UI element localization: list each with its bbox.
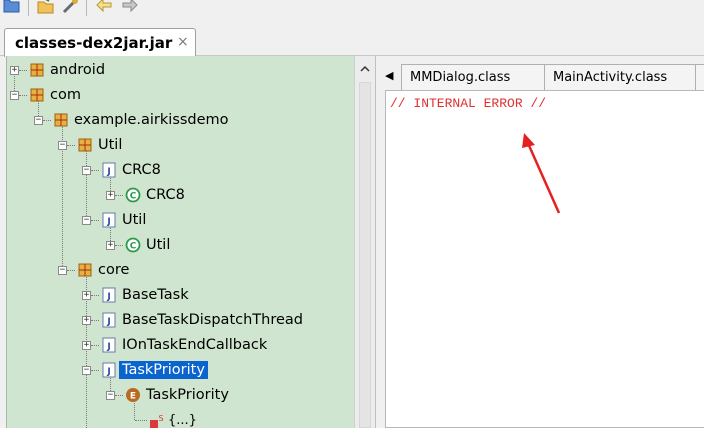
tree-item-android[interactable]: android — [47, 59, 108, 81]
java-file-icon: J — [102, 312, 116, 328]
tree-connector — [19, 70, 27, 71]
code-text: // INTERNAL ERROR // — [390, 96, 547, 111]
tab-label: MainActivity.class — [553, 70, 668, 85]
tree-item-crc8-file[interactable]: CRC8 — [119, 159, 164, 181]
code-editor[interactable]: // INTERNAL ERROR // — [385, 90, 704, 428]
tree-item-util-file[interactable]: Util — [119, 209, 149, 231]
collapse-toggle[interactable]: − — [10, 91, 19, 100]
tree-connector — [135, 420, 147, 421]
tree-connector — [91, 220, 99, 221]
java-file-icon: J — [102, 362, 116, 378]
java-file-icon: J — [102, 162, 116, 178]
tree-item-core-package[interactable]: core — [95, 259, 132, 281]
tree-item-taskpriority-file[interactable]: TaskPriority — [119, 359, 208, 381]
svg-text:J: J — [106, 317, 110, 327]
package-icon — [54, 113, 68, 127]
expand-toggle[interactable]: + — [82, 341, 91, 350]
svg-text:J: J — [106, 342, 110, 352]
tree-connector — [91, 170, 99, 171]
class-icon: C — [125, 237, 141, 253]
package-icon — [78, 138, 92, 152]
static-block-icon: S — [150, 414, 164, 428]
tree-connector — [91, 345, 99, 346]
tools-icon[interactable] — [60, 0, 80, 16]
collapse-toggle[interactable]: − — [34, 116, 43, 125]
file-tab-label: classes-dex2jar.jar — [15, 34, 173, 52]
svg-text:C: C — [130, 192, 137, 202]
tree-item-taskpriority-enum[interactable]: TaskPriority — [143, 384, 232, 406]
expand-toggle[interactable]: + — [82, 316, 91, 325]
tab-mmdialog[interactable]: MMDialog.class — [401, 64, 545, 90]
tree-item-example-airkissdemo[interactable]: example.airkissdemo — [71, 109, 232, 131]
tree-item-crc8-class[interactable]: CRC8 — [143, 184, 188, 206]
tree-connector — [115, 245, 123, 246]
expand-toggle[interactable]: + — [106, 241, 115, 250]
svg-text:J: J — [106, 217, 110, 227]
java-file-icon: J — [102, 212, 116, 228]
annotation-arrow-icon — [522, 133, 561, 214]
svg-text:J: J — [106, 367, 110, 377]
package-icon — [30, 63, 44, 77]
collapse-toggle[interactable]: − — [106, 391, 115, 400]
back-arrow-icon[interactable] — [94, 0, 114, 16]
tree-item-util-class[interactable]: Util — [143, 234, 173, 256]
tree-connector — [43, 120, 51, 121]
toolbar — [0, 0, 704, 22]
tree-connector — [86, 148, 87, 220]
editor-tab-bar: ◀ MMDialog.class MainActivity.class — [377, 62, 704, 90]
tree-connector — [91, 295, 99, 296]
tree-connector — [19, 95, 27, 96]
java-file-icon: J — [102, 287, 116, 303]
tab-mainactivity[interactable]: MainActivity.class — [544, 64, 696, 90]
package-tree: + android − com − example.airkissdemo − … — [6, 56, 354, 428]
scroll-thumb[interactable] — [359, 82, 371, 428]
forward-arrow-icon[interactable] — [120, 0, 140, 16]
package-icon — [30, 88, 44, 102]
package-icon — [78, 263, 92, 277]
enum-icon: E — [126, 388, 140, 402]
tree-scrollbar[interactable] — [354, 56, 376, 428]
tree-connector — [67, 270, 75, 271]
collapse-toggle[interactable]: − — [82, 216, 91, 225]
toolbar-separator — [86, 0, 87, 16]
expand-toggle[interactable]: + — [10, 66, 19, 75]
tree-connector — [91, 370, 99, 371]
collapse-toggle[interactable]: − — [58, 141, 67, 150]
tab-label: MMDialog.class — [410, 70, 511, 85]
svg-text:C: C — [130, 242, 137, 252]
expand-toggle[interactable]: + — [82, 291, 91, 300]
tree-connector — [91, 320, 99, 321]
tab-scroll-left-icon[interactable]: ◀ — [385, 69, 393, 82]
tree-item-basetask[interactable]: BaseTask — [119, 284, 192, 306]
svg-text:S: S — [158, 414, 163, 423]
class-icon: C — [125, 187, 141, 203]
tab-overflow[interactable] — [695, 64, 704, 90]
tree-item-com[interactable]: com — [47, 84, 84, 106]
expand-toggle[interactable]: + — [106, 191, 115, 200]
tree-item-util-package[interactable]: Util — [95, 134, 125, 156]
collapse-toggle[interactable]: − — [82, 166, 91, 175]
editor-area: ◀ MMDialog.class MainActivity.class // I… — [377, 56, 704, 428]
collapse-toggle[interactable]: − — [82, 366, 91, 375]
file-tab[interactable]: classes-dex2jar.jar × — [4, 28, 196, 57]
collapse-toggle[interactable]: − — [58, 266, 67, 275]
open-folder-icon[interactable] — [2, 0, 22, 16]
tree-connector — [67, 145, 75, 146]
svg-text:E: E — [130, 392, 136, 402]
tree-item-basetaskdispatchthread[interactable]: BaseTaskDispatchThread — [119, 309, 306, 331]
tree-connector — [115, 195, 123, 196]
file-tab-bar: classes-dex2jar.jar × — [0, 22, 704, 57]
scroll-up-icon[interactable] — [358, 62, 372, 76]
tree-connector — [115, 395, 123, 396]
svg-text:J: J — [106, 292, 110, 302]
tree-item-iontaskendcallback[interactable]: IOnTaskEndCallback — [119, 334, 270, 356]
tree-item-static-block[interactable]: {...} — [165, 409, 200, 428]
java-file-icon: J — [102, 337, 116, 353]
svg-text:J: J — [106, 167, 110, 177]
close-icon[interactable]: × — [177, 34, 189, 50]
toolbar-separator — [28, 0, 29, 16]
open-file-icon[interactable] — [36, 0, 56, 16]
app-window: classes-dex2jar.jar × + android − com − — [0, 0, 704, 428]
